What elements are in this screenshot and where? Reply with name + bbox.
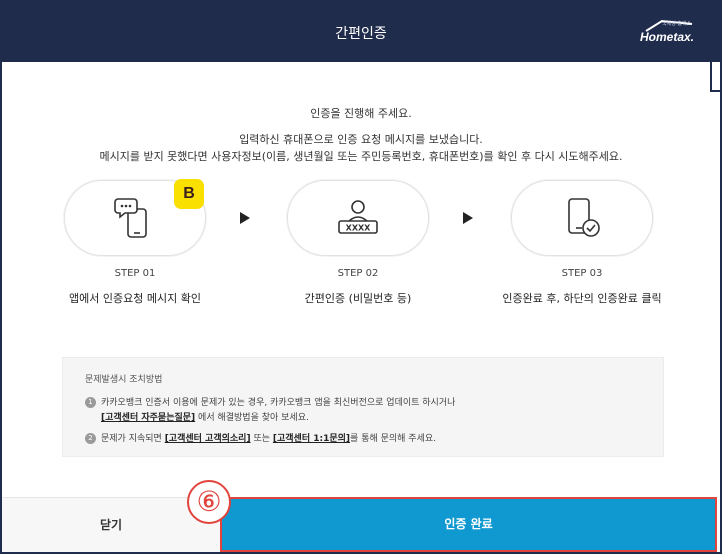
step-03-desc: 인증완료 후, 하단의 인증완료 클릭: [502, 292, 662, 305]
arrow-right-icon: [463, 212, 473, 224]
number-badge: 2: [85, 433, 96, 444]
auth-complete-button[interactable]: 인증 완료: [220, 497, 717, 552]
instruction-retry: 메시지를 받지 못했다면 사용자정보(이름, 생년월일 또는 주민등록번호, 휴…: [99, 150, 623, 163]
troubleshoot-item-2-tail: 를 통해 문의해 주세요.: [350, 434, 437, 444]
phone-check-icon: [568, 198, 600, 237]
troubleshoot-box: 문제발생시 조치방법 1 카카오뱅크 인증서 이용에 문제가 있는 경우, 카카오…: [62, 357, 664, 457]
hometax-logo: 국세청 홈택스 Hometax.: [640, 18, 698, 48]
auth-modal: 간편인증 국세청 홈택스 Hometax. 인증을 진행해 주세요. 입력하신 …: [0, 0, 722, 554]
step-01-label: STEP 01: [114, 268, 156, 279]
step-03-card: [511, 180, 653, 256]
step-02-label: STEP 02: [337, 268, 379, 279]
step-01-desc: 앱에서 인증요청 메시지 확인: [69, 292, 201, 305]
step-02-card: XXXX: [287, 180, 429, 256]
troubleshoot-item-1-tail: 에서 해결방법을 찾아 보세요.: [195, 413, 309, 423]
modal-footer: 닫기 인증 완료: [2, 497, 720, 554]
step-03-label: STEP 03: [561, 268, 603, 279]
step-02-desc: 간편인증 (비밀번호 등): [304, 292, 412, 305]
troubleshoot-item-2-mid: 또는: [250, 434, 273, 444]
svg-text:XXXX: XXXX: [346, 224, 372, 233]
modal-header: 간편인증 국세청 홈택스 Hometax.: [2, 2, 720, 62]
kakaobank-badge: B: [174, 179, 204, 209]
arrow-right-icon: [240, 212, 250, 224]
scroll-stub: [710, 62, 720, 92]
troubleshoot-title: 문제발생시 조치방법: [85, 375, 163, 385]
troubleshoot-item-1: 1 카카오뱅크 인증서 이용에 문제가 있는 경우, 카카오뱅크 앱을 최신버전으…: [85, 395, 455, 408]
troubleshoot-item-1-cont: [고객센터 자주묻는질문] 에서 해결방법을 찾아 보세요.: [101, 410, 309, 423]
troubleshoot-item-2: 2 문제가 지속되면 [고객센터 고객의소리] 또는 [고객센터 1:1문의]를 …: [85, 431, 436, 444]
modal-title: 간편인증: [335, 26, 387, 42]
instruction-main: 인증을 진행해 주세요.: [310, 107, 412, 120]
step-callout-badge: ⑥: [187, 480, 231, 524]
one-to-one-inquiry-link[interactable]: [고객센터 1:1문의]: [273, 434, 350, 444]
faq-link[interactable]: [고객센터 자주묻는질문]: [101, 413, 195, 423]
instruction-sent: 입력하신 휴대폰으로 인증 요청 메시지를 보냈습니다.: [239, 133, 483, 146]
user-password-icon: XXXX: [338, 200, 378, 234]
phone-chat-icon: [114, 198, 147, 238]
troubleshoot-item-1-text: 카카오뱅크 인증서 이용에 문제가 있는 경우, 카카오뱅크 앱을 최신버전으로…: [101, 398, 456, 408]
troubleshoot-item-2-pre: 문제가 지속되면: [101, 434, 165, 444]
voice-of-customer-link[interactable]: [고객센터 고객의소리]: [165, 434, 251, 444]
logo-subtext: 국세청 홈택스: [662, 21, 692, 27]
logo-text: Hometax.: [640, 30, 695, 44]
number-badge: 1: [85, 397, 96, 408]
